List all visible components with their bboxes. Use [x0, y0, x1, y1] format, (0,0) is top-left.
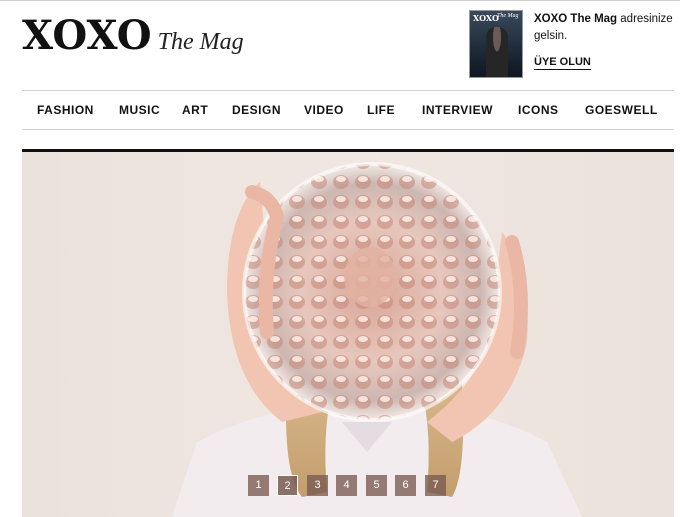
nav-item-fashion[interactable]: FASHION — [37, 91, 94, 129]
slider-page-2[interactable]: 2 — [277, 475, 298, 496]
cover-title: XOXO — [473, 13, 499, 23]
magazine-cover-thumbnail[interactable]: XOXO The Mag — [469, 10, 523, 78]
top-border — [0, 0, 680, 1]
slider-page-6[interactable]: 6 — [395, 475, 416, 496]
nav-item-design[interactable]: DESIGN — [232, 91, 281, 129]
slider-page-1[interactable]: 1 — [248, 475, 269, 496]
nav-item-goeswell[interactable]: GOESWELL — [585, 91, 658, 129]
nav-item-icons[interactable]: ICONS — [518, 91, 559, 129]
slider-page-7[interactable]: 7 — [425, 475, 446, 496]
slider-page-3[interactable]: 3 — [307, 475, 328, 496]
cover-figure — [486, 27, 508, 77]
subscription-promo: XOXO The Mag XOXO The Mag adresinize gel… — [469, 10, 674, 80]
nav-item-life[interactable]: LIFE — [367, 91, 395, 129]
subscribe-link[interactable]: ÜYE OLUN — [534, 56, 591, 70]
cover-subtitle: The Mag — [497, 13, 519, 19]
nav-bottom-divider — [22, 129, 674, 130]
slider-page-4[interactable]: 4 — [336, 475, 357, 496]
promo-text: XOXO The Mag adresinize gelsin. — [534, 11, 674, 45]
logo-sub-text: The Mag — [157, 29, 244, 55]
hero-illustration — [172, 162, 582, 517]
nav-item-video[interactable]: VIDEO — [304, 91, 344, 129]
nav-item-art[interactable]: ART — [182, 91, 208, 129]
promo-brand: XOXO The Mag — [534, 13, 618, 25]
hero-slide-image[interactable] — [22, 152, 674, 517]
site-logo[interactable]: XOXO The Mag — [22, 16, 244, 56]
logo-main-text: XOXO — [22, 12, 152, 59]
main-nav: FASHION MUSIC ART DESIGN VIDEO LIFE INTE… — [22, 91, 674, 129]
slider-page-5[interactable]: 5 — [366, 475, 387, 496]
nav-item-music[interactable]: MUSIC — [119, 91, 160, 129]
nav-item-interview[interactable]: INTERVIEW — [422, 91, 493, 129]
